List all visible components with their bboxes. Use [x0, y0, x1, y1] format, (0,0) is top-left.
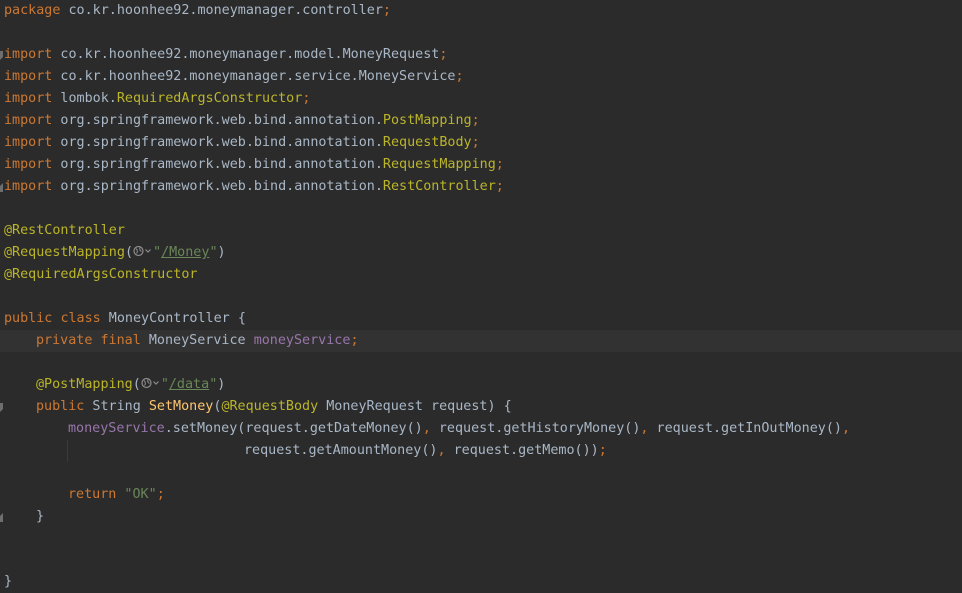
- code-line-4[interactable]: import co.kr.hoonhee92.moneymanager.serv…: [0, 66, 962, 88]
- keyword: import: [4, 179, 53, 194]
- semicolon: ;: [495, 157, 504, 172]
- semicolon: ;: [455, 69, 464, 84]
- method-params: MoneyRequest request) {: [318, 399, 512, 414]
- annotation-class: RequestMapping: [382, 157, 496, 172]
- semicolon: ;: [471, 113, 480, 128]
- import-path: co.kr.hoonhee92.moneymanager.service.Mon…: [52, 69, 456, 84]
- code-line-12[interactable]: @RequestMapping( "/Money"): [0, 242, 962, 264]
- code-line-9[interactable]: import org.springframework.web.bind.anno…: [0, 176, 962, 198]
- import-package: org.springframework.web.bind.annotation.: [52, 157, 383, 172]
- code-line-7[interactable]: import org.springframework.web.bind.anno…: [0, 132, 962, 154]
- code-line-16[interactable]: private final MoneyService moneyService;: [0, 330, 962, 352]
- code-line-13[interactable]: @RequiredArgsConstructor: [0, 264, 962, 286]
- code-line-21[interactable]: request.getAmountMoney(), request.getMem…: [0, 440, 962, 462]
- semicolon: ;: [598, 443, 607, 458]
- quote: ": [153, 245, 162, 260]
- semicolon: ;: [156, 487, 165, 502]
- code-line-1[interactable]: package co.kr.hoonhee92.moneymanager.con…: [0, 0, 962, 22]
- keyword: public: [4, 311, 53, 326]
- semicolon: ;: [382, 3, 391, 18]
- brace: }: [36, 509, 45, 524]
- paren: (: [124, 245, 133, 260]
- semicolon: ;: [471, 135, 480, 150]
- method-arg: request.getAmountMoney(): [244, 443, 438, 458]
- method-arg: request.getHistoryMoney(): [430, 421, 641, 436]
- paren: (: [132, 377, 141, 392]
- annotation: @RequestBody: [221, 399, 319, 414]
- class-name: MoneyController: [100, 311, 238, 326]
- web-url-globe-icon[interactable]: [133, 245, 153, 257]
- field-name: moneyService: [68, 421, 165, 436]
- annotation: @RestController: [4, 223, 125, 238]
- import-package: org.springframework.web.bind.annotation.: [52, 135, 383, 150]
- keyword: import: [4, 157, 53, 172]
- import-package: org.springframework.web.bind.annotation.: [52, 113, 383, 128]
- annotation-class: RequestBody: [382, 135, 472, 150]
- keyword: import: [4, 113, 53, 128]
- import-package: lombok.: [52, 91, 117, 106]
- code-line-5[interactable]: import lombok.RequiredArgsConstructor;: [0, 88, 962, 110]
- keyword: import: [4, 47, 53, 62]
- code-editor[interactable]: package co.kr.hoonhee92.moneymanager.con…: [0, 0, 962, 593]
- method-name: SetMoney: [148, 399, 214, 414]
- code-line-23[interactable]: return "OK";: [0, 484, 962, 506]
- semicolon: ;: [350, 333, 359, 348]
- paren: ): [217, 245, 226, 260]
- annotation: @RequiredArgsConstructor: [4, 267, 198, 282]
- import-path: co.kr.hoonhee92.moneymanager.model.Money…: [52, 47, 440, 62]
- keyword: import: [4, 69, 53, 84]
- code-line-27[interactable]: }: [0, 571, 962, 593]
- code-line-20[interactable]: moneyService.setMoney(request.getDateMon…: [0, 418, 962, 440]
- string-literal: "OK": [116, 487, 157, 502]
- keyword: class: [60, 311, 101, 326]
- semicolon: ;: [495, 179, 504, 194]
- annotation-class: PostMapping: [382, 113, 472, 128]
- code-line-8[interactable]: import org.springframework.web.bind.anno…: [0, 154, 962, 176]
- code-line-11[interactable]: @RestController: [0, 220, 962, 242]
- keyword: package: [4, 3, 61, 18]
- code-line-19[interactable]: public String SetMoney(@RequestBody Mone…: [0, 396, 962, 418]
- field-name: moneyService: [253, 333, 351, 348]
- keyword: private: [36, 333, 93, 348]
- type-name: MoneyService: [140, 333, 254, 348]
- paren: ): [217, 377, 226, 392]
- code-line-6[interactable]: import org.springframework.web.bind.anno…: [0, 110, 962, 132]
- annotation-class: RestController: [382, 179, 496, 194]
- brace: }: [4, 574, 13, 589]
- comma: ,: [841, 421, 851, 436]
- request-mapping-url[interactable]: /Money: [161, 245, 209, 260]
- method-call: .setMoney(request.getDateMoney(): [164, 421, 423, 436]
- quote: ": [160, 377, 169, 392]
- brace: {: [237, 311, 246, 326]
- method-arg: request.getInOutMoney(): [648, 421, 842, 436]
- code-line-24[interactable]: }: [0, 506, 962, 528]
- annotation-class: RequiredArgsConstructor: [116, 91, 303, 106]
- semicolon: ;: [302, 91, 311, 106]
- code-line-18[interactable]: @PostMapping("/data"): [0, 374, 962, 396]
- keyword: import: [4, 91, 53, 106]
- annotation: @RequestMapping: [4, 245, 125, 260]
- annotation: @PostMapping: [36, 377, 133, 392]
- keyword: public: [36, 399, 85, 414]
- quote: ": [209, 245, 218, 260]
- post-mapping-url[interactable]: /data: [169, 377, 209, 392]
- comma: ,: [422, 421, 431, 436]
- code-line-15[interactable]: public class MoneyController {: [0, 308, 962, 330]
- keyword: final: [100, 333, 141, 348]
- keyword: return: [68, 487, 117, 502]
- import-package: org.springframework.web.bind.annotation.: [52, 179, 383, 194]
- comma: ,: [437, 443, 446, 458]
- web-url-globe-icon[interactable]: [141, 377, 161, 389]
- package-name: co.kr.hoonhee92.moneymanager.controller: [60, 3, 383, 18]
- semicolon: ;: [439, 47, 448, 62]
- keyword: import: [4, 135, 53, 150]
- code-line-3[interactable]: import co.kr.hoonhee92.moneymanager.mode…: [0, 44, 962, 66]
- method-arg: request.getMemo()): [445, 443, 599, 458]
- return-type: String: [84, 399, 149, 414]
